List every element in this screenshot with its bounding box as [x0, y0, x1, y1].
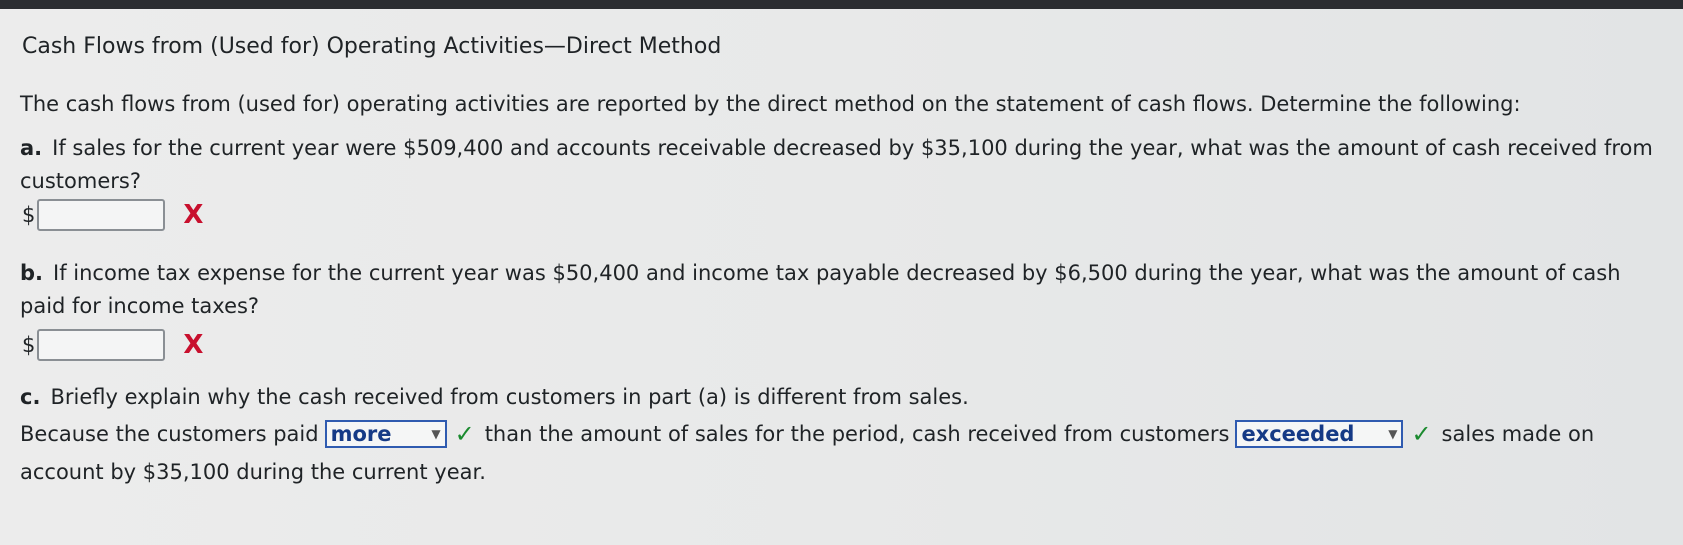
intro-text: The cash flows from (used for) operating… [20, 92, 1521, 116]
part-b-answer-row: $ X [22, 327, 203, 363]
incorrect-icon: X [183, 200, 204, 230]
part-a-text-line1: If sales for the current year were $509,… [52, 136, 1653, 160]
sentence-middle: than the amount of sales for the period,… [484, 422, 1230, 446]
sentence-end-1: sales made on [1441, 422, 1595, 446]
chevron-down-icon: ▼ [431, 427, 441, 441]
incorrect-icon: X [183, 330, 204, 360]
part-b-letter: b. [20, 261, 44, 285]
part-a-answer-row: $ X [22, 197, 203, 233]
currency-symbol: $ [22, 333, 36, 357]
part-c-answer-sentence: Because the customers paid more ▼ ✓ than… [20, 420, 1594, 448]
part-b-text-line2: paid for income taxes? [20, 294, 260, 318]
part-b-answer-input[interactable] [37, 329, 166, 361]
select-value: more [330, 422, 392, 446]
part-b-text-line1: If income tax expense for the current ye… [53, 261, 1621, 285]
correct-check-icon: ✓ [1411, 420, 1432, 448]
exceeded-select[interactable]: exceeded ▼ [1235, 420, 1404, 448]
paid-more-less-select[interactable]: more ▼ [324, 420, 447, 448]
part-c-question-text: Briefly explain why the cash received fr… [50, 385, 969, 409]
part-a-letter: a. [20, 136, 43, 160]
part-a-question: a. If sales for the current year were $50… [20, 132, 1670, 198]
part-a-answer-input[interactable] [37, 199, 166, 231]
chevron-down-icon: ▼ [1388, 427, 1398, 441]
part-c-sentence-line2: account by $35,100 during the current ye… [20, 460, 486, 484]
top-bar [0, 0, 1683, 9]
select-value: exceeded [1241, 422, 1355, 446]
part-a-text-line2: customers? [20, 169, 141, 193]
correct-check-icon: ✓ [454, 420, 475, 448]
sentence-start: Because the customers paid [20, 422, 319, 446]
part-b-question: b. If income tax expense for the current … [20, 257, 1670, 323]
page-title: Cash Flows from (Used for) Operating Act… [22, 34, 722, 59]
part-c-letter: c. [20, 385, 41, 409]
part-c-question: c. Briefly explain why the cash received… [20, 385, 969, 409]
currency-symbol: $ [22, 203, 36, 227]
sentence-end-2: account by $35,100 during the current ye… [20, 460, 486, 484]
